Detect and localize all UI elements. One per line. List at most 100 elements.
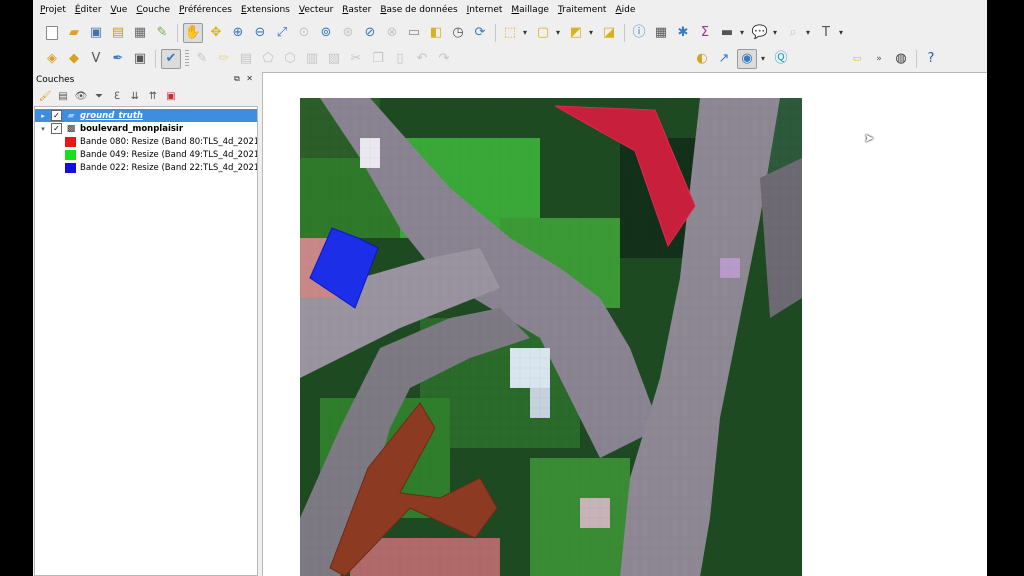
annotation-icon[interactable]: 💬: [751, 24, 769, 42]
qgis-icon[interactable]: Ⓠ: [772, 50, 790, 68]
save-project-icon[interactable]: ▣: [87, 24, 105, 42]
statistics-sum-icon[interactable]: Σ: [696, 24, 714, 42]
edit-toggle-icon[interactable]: ✏: [215, 50, 233, 68]
remove-layer-icon[interactable]: ▣: [163, 89, 179, 105]
print-layout-icon[interactable]: ▦: [131, 24, 149, 42]
show-map-tips-icon[interactable]: ◪: [600, 24, 618, 42]
chevron-down-icon[interactable]: ▾: [836, 24, 846, 42]
chevron-down-icon[interactable]: ▾: [586, 24, 596, 42]
more-icon[interactable]: »: [870, 50, 888, 68]
identify-icon[interactable]: ⓘ: [630, 24, 648, 42]
save-as-icon[interactable]: ▤: [109, 24, 127, 42]
menu-preferences[interactable]: Préférences: [179, 5, 232, 15]
chevron-down-icon[interactable]: ▾: [737, 24, 747, 42]
digitize-vertex-icon[interactable]: V: [87, 50, 105, 68]
menu-base-de-donnees[interactable]: Base de données: [380, 5, 457, 15]
zoom-last-icon[interactable]: ⊘: [361, 24, 379, 42]
menu-internet[interactable]: Internet: [467, 5, 503, 15]
new-geopackage-layer-icon[interactable]: ◆: [65, 50, 83, 68]
edit-pencil-icon[interactable]: ✎: [193, 50, 211, 68]
pan-map-icon[interactable]: ✋: [183, 23, 203, 43]
move-feature-icon[interactable]: ▥: [303, 50, 321, 68]
vertex-tool-icon[interactable]: ⬡: [281, 50, 299, 68]
layer-checkbox[interactable]: ✓: [51, 110, 62, 121]
filter-expression-icon[interactable]: ℇ: [109, 89, 125, 105]
expander-icon[interactable]: ▾: [38, 125, 48, 133]
layer-row-boulevard-monplaisir[interactable]: ▾ ✓ ▩ boulevard_monplaisir: [35, 122, 257, 135]
mouse-cursor-icon: ➤: [864, 131, 875, 145]
text-annotation-icon[interactable]: T: [817, 24, 835, 42]
zoom-in-icon[interactable]: ⊕: [229, 24, 247, 42]
attribute-table-icon[interactable]: ▦: [652, 24, 670, 42]
label-abc-icon[interactable]: ▭: [848, 50, 866, 68]
menu-extensions[interactable]: Extensions: [241, 5, 290, 15]
open-project-icon[interactable]: ▰: [65, 24, 83, 42]
new-map-view-icon[interactable]: ▭: [405, 24, 423, 42]
qgis-window: Projet Éditer Vue Couche Préférences Ext…: [33, 0, 987, 576]
zoom-next-icon[interactable]: ⊗: [383, 24, 401, 42]
zoom-out-icon[interactable]: ⊖: [251, 24, 269, 42]
style-manager-icon[interactable]: ✎: [153, 24, 171, 42]
layer-row-ground-truth[interactable]: ▸ ✓ ▰ ground_truth: [35, 109, 257, 122]
processing-toolbox-icon[interactable]: ✔: [161, 49, 181, 69]
plugin-compass-icon[interactable]: ◉: [737, 49, 757, 69]
panel-float-close-icons[interactable]: ⧉ ✕: [234, 74, 255, 84]
digitize-pen-icon[interactable]: ✒: [109, 50, 127, 68]
layer-checkbox[interactable]: ✓: [51, 123, 62, 134]
pan-to-selection-icon[interactable]: ✥: [207, 24, 225, 42]
menu-couche[interactable]: Couche: [136, 5, 170, 15]
zoom-native-icon[interactable]: ⊛: [339, 24, 357, 42]
menu-vecteur[interactable]: Vecteur: [299, 5, 333, 15]
profile-tool-icon[interactable]: ↗: [715, 50, 733, 68]
gps-icon[interactable]: ◍: [892, 50, 910, 68]
deselect-all-icon[interactable]: ◩: [567, 24, 585, 42]
refresh-icon[interactable]: ⟳: [471, 24, 489, 42]
chevron-down-icon[interactable]: ▾: [758, 50, 768, 68]
toolbar-separator: [495, 24, 496, 42]
chevron-down-icon[interactable]: ▾: [770, 24, 780, 42]
chevron-down-icon[interactable]: ▾: [803, 24, 813, 42]
menu-maillage[interactable]: Maillage: [511, 5, 549, 15]
manage-visibility-icon[interactable]: 👁: [73, 89, 89, 105]
map-canvas[interactable]: ➤: [262, 72, 987, 576]
add-group-icon[interactable]: ▤: [55, 89, 71, 105]
menu-projet[interactable]: Projet: [40, 5, 66, 15]
locator-icon[interactable]: ⌕: [784, 24, 802, 42]
menu-traitement[interactable]: Traitement: [558, 5, 607, 15]
zoom-to-layer-icon[interactable]: ⊚: [317, 24, 335, 42]
menu-vue[interactable]: Vue: [111, 5, 128, 15]
menu-aide[interactable]: Aide: [615, 5, 635, 15]
undo-icon[interactable]: ↶: [413, 50, 431, 68]
select-by-value-icon[interactable]: ▢: [534, 24, 552, 42]
data-source-manager-icon[interactable]: ◈: [43, 50, 61, 68]
band-red-swatch: [65, 136, 76, 147]
save-edits-icon[interactable]: ▤: [237, 50, 255, 68]
select-features-icon[interactable]: ⬚: [501, 24, 519, 42]
layer-tree: ▸ ✓ ▰ ground_truth ▾ ✓ ▩ boulevard_monpl…: [34, 106, 258, 576]
copy-icon[interactable]: ❐: [369, 50, 387, 68]
measure-icon[interactable]: ▬: [718, 24, 736, 42]
new-project-icon[interactable]: [43, 24, 61, 42]
chevron-down-icon[interactable]: ▾: [553, 24, 563, 42]
add-feature-icon[interactable]: ⬠: [259, 50, 277, 68]
spatialite-icon[interactable]: ▣: [131, 50, 149, 68]
collapse-all-icon[interactable]: ⇈: [145, 89, 161, 105]
redo-icon[interactable]: ↷: [435, 50, 453, 68]
zoom-to-selection-icon[interactable]: ⊙: [295, 24, 313, 42]
help-icon[interactable]: ?: [922, 50, 940, 68]
chevron-down-icon[interactable]: ▾: [520, 24, 530, 42]
python-console-icon[interactable]: ◐: [693, 50, 711, 68]
expand-all-icon[interactable]: ⇊: [127, 89, 143, 105]
open-layer-styling-icon[interactable]: 🖌: [37, 89, 53, 105]
expander-icon[interactable]: ▸: [38, 112, 48, 120]
field-calculator-icon[interactable]: ✱: [674, 24, 692, 42]
new-3d-view-icon[interactable]: ◧: [427, 24, 445, 42]
paste-icon[interactable]: ▯: [391, 50, 409, 68]
filter-legend-icon[interactable]: ⏷: [91, 89, 107, 105]
temporal-controller-icon[interactable]: ◷: [449, 24, 467, 42]
cut-icon[interactable]: ✂: [347, 50, 365, 68]
menu-editer[interactable]: Éditer: [75, 5, 102, 15]
delete-feature-icon[interactable]: ▧: [325, 50, 343, 68]
zoom-full-icon[interactable]: ⤢: [273, 24, 291, 42]
menu-raster[interactable]: Raster: [342, 5, 371, 15]
